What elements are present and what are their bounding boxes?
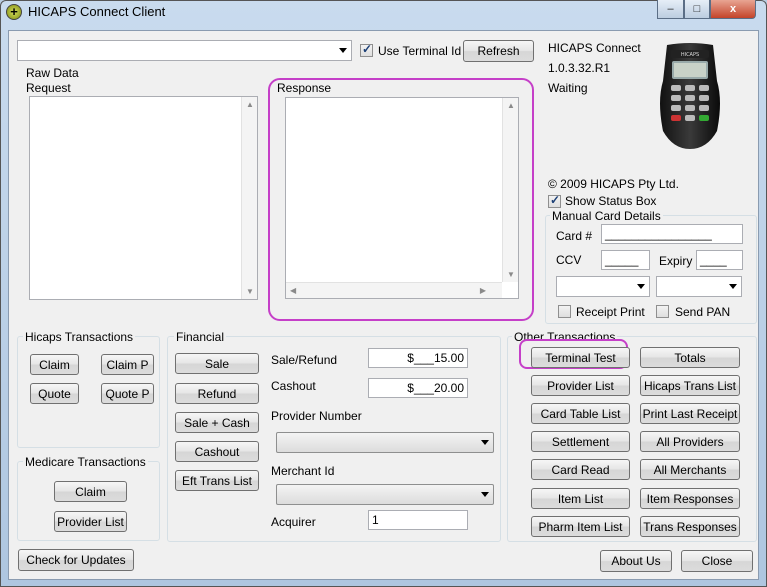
app-name: HICAPS Connect <box>548 41 641 55</box>
medicare-provider-list-button[interactable]: Provider List <box>54 511 127 532</box>
refund-button[interactable]: Refund <box>175 383 259 404</box>
provider-number-combo[interactable] <box>276 432 494 453</box>
app-version: 1.0.3.32.R1 <box>548 61 611 75</box>
financial-legend: Financial <box>174 330 227 344</box>
about-us-button[interactable]: About Us <box>600 550 672 572</box>
app-icon: + <box>6 4 22 20</box>
window-title: HICAPS Connect Client <box>28 4 166 19</box>
card-number-label: Card # <box>556 229 593 243</box>
pharm-item-list-button[interactable]: Pharm Item List <box>531 516 630 537</box>
request-textarea[interactable]: ▲ ▼ <box>29 96 258 300</box>
refresh-button[interactable]: Refresh <box>463 40 534 62</box>
send-pan-label: Send PAN <box>675 305 731 319</box>
window-close-button[interactable]: x <box>710 0 756 19</box>
all-providers-button[interactable]: All Providers <box>640 431 740 452</box>
sale-cash-button[interactable]: Sale + Cash <box>175 412 259 433</box>
scroll-right-icon[interactable]: ▶ <box>480 286 486 295</box>
hicaps-quote-button[interactable]: Quote <box>30 383 79 404</box>
check-for-updates-button[interactable]: Check for Updates <box>18 549 134 571</box>
chevron-down-icon <box>637 284 645 289</box>
medicare-claim-button[interactable]: Claim <box>54 481 127 502</box>
merchant-id-combo[interactable] <box>276 484 494 505</box>
terminal-test-button[interactable]: Terminal Test <box>531 347 630 368</box>
cashout-button[interactable]: Cashout <box>175 441 259 462</box>
response-vscrollbar[interactable]: ▲ ▼ <box>502 98 518 282</box>
card-type-combo[interactable] <box>556 276 650 297</box>
use-terminal-id-checkbox[interactable] <box>360 42 373 57</box>
receipt-print-label: Receipt Print <box>576 305 645 319</box>
maximize-button[interactable]: □ <box>684 0 710 19</box>
scroll-left-icon[interactable]: ◀ <box>290 286 296 295</box>
merchant-id-label: Merchant Id <box>271 464 335 478</box>
response-label: Response <box>277 81 332 95</box>
request-label: Request <box>26 81 71 95</box>
trans-responses-button[interactable]: Trans Responses <box>640 516 740 537</box>
sale-button[interactable]: Sale <box>175 353 259 374</box>
card-number-input[interactable]: ________________ <box>601 224 743 244</box>
sale-refund-input[interactable]: $___15.00 <box>368 348 468 368</box>
eft-trans-list-button[interactable]: Eft Trans List <box>175 470 259 491</box>
print-last-receipt-button[interactable]: Print Last Receipt <box>640 403 740 424</box>
medicare-tx-legend: Medicare Transactions <box>23 455 148 469</box>
hicaps-trans-list-button[interactable]: Hicaps Trans List <box>640 375 740 396</box>
expiry-input[interactable]: ____ <box>696 250 743 270</box>
chevron-down-icon <box>729 284 737 289</box>
manual-card-legend: Manual Card Details <box>550 209 663 223</box>
card-table-list-button[interactable]: Card Table List <box>531 403 630 424</box>
all-merchants-button[interactable]: All Merchants <box>640 459 740 480</box>
chevron-down-icon <box>339 48 347 53</box>
card-read-button[interactable]: Card Read <box>531 459 630 480</box>
account-type-combo[interactable] <box>656 276 742 297</box>
show-status-box-checkbox[interactable] <box>548 193 561 208</box>
send-pan-checkbox[interactable] <box>656 305 669 318</box>
cashout-amount-label: Cashout <box>271 379 316 393</box>
item-list-button[interactable]: Item List <box>531 488 630 509</box>
scroll-up-icon[interactable]: ▲ <box>246 100 254 109</box>
provider-number-label: Provider Number <box>271 409 362 423</box>
chevron-down-icon <box>481 440 489 445</box>
cashout-amount-input[interactable]: $___20.00 <box>368 378 468 398</box>
ccv-label: CCV <box>556 253 582 267</box>
acquirer-label: Acquirer <box>271 515 316 529</box>
scroll-down-icon[interactable]: ▼ <box>507 270 515 279</box>
sale-refund-label: Sale/Refund <box>271 353 338 367</box>
settlement-button[interactable]: Settlement <box>531 431 630 452</box>
request-scrollbar[interactable]: ▲ ▼ <box>241 97 257 299</box>
response-textarea[interactable]: ▲ ▼ ◀ ▶ <box>285 97 519 299</box>
minimize-button[interactable]: – <box>657 0 684 19</box>
receipt-print-checkbox[interactable] <box>558 305 571 318</box>
scroll-up-icon[interactable]: ▲ <box>507 101 515 110</box>
close-button[interactable]: Close <box>681 550 753 572</box>
item-responses-button[interactable]: Item Responses <box>640 488 740 509</box>
ccv-input[interactable]: _____ <box>601 250 650 270</box>
show-status-box-label: Show Status Box <box>565 194 657 208</box>
hicaps-claim-p-button[interactable]: Claim P <box>101 354 154 375</box>
provider-list-button[interactable]: Provider List <box>531 375 630 396</box>
raw-data-label: Raw Data <box>26 66 79 80</box>
hicaps-claim-button[interactable]: Claim <box>30 354 79 375</box>
chevron-down-icon <box>481 492 489 497</box>
scroll-down-icon[interactable]: ▼ <box>246 287 254 296</box>
hicaps-tx-legend: Hicaps Transactions <box>23 330 136 344</box>
terminal-combo[interactable] <box>17 40 352 61</box>
totals-button[interactable]: Totals <box>640 347 740 368</box>
terminal-brand-text: HICAPS <box>681 52 699 58</box>
response-hscrollbar[interactable]: ◀ ▶ <box>286 282 502 298</box>
acquirer-input[interactable]: 1 <box>368 510 468 530</box>
eftpos-terminal-image: HICAPS <box>660 43 720 149</box>
use-terminal-id-label: Use Terminal Id <box>378 44 462 58</box>
hicaps-quote-p-button[interactable]: Quote P <box>101 383 154 404</box>
expiry-label: Expiry <box>659 254 693 268</box>
copyright-text: © 2009 HICAPS Pty Ltd. <box>548 177 679 191</box>
status-text: Waiting <box>548 81 588 95</box>
